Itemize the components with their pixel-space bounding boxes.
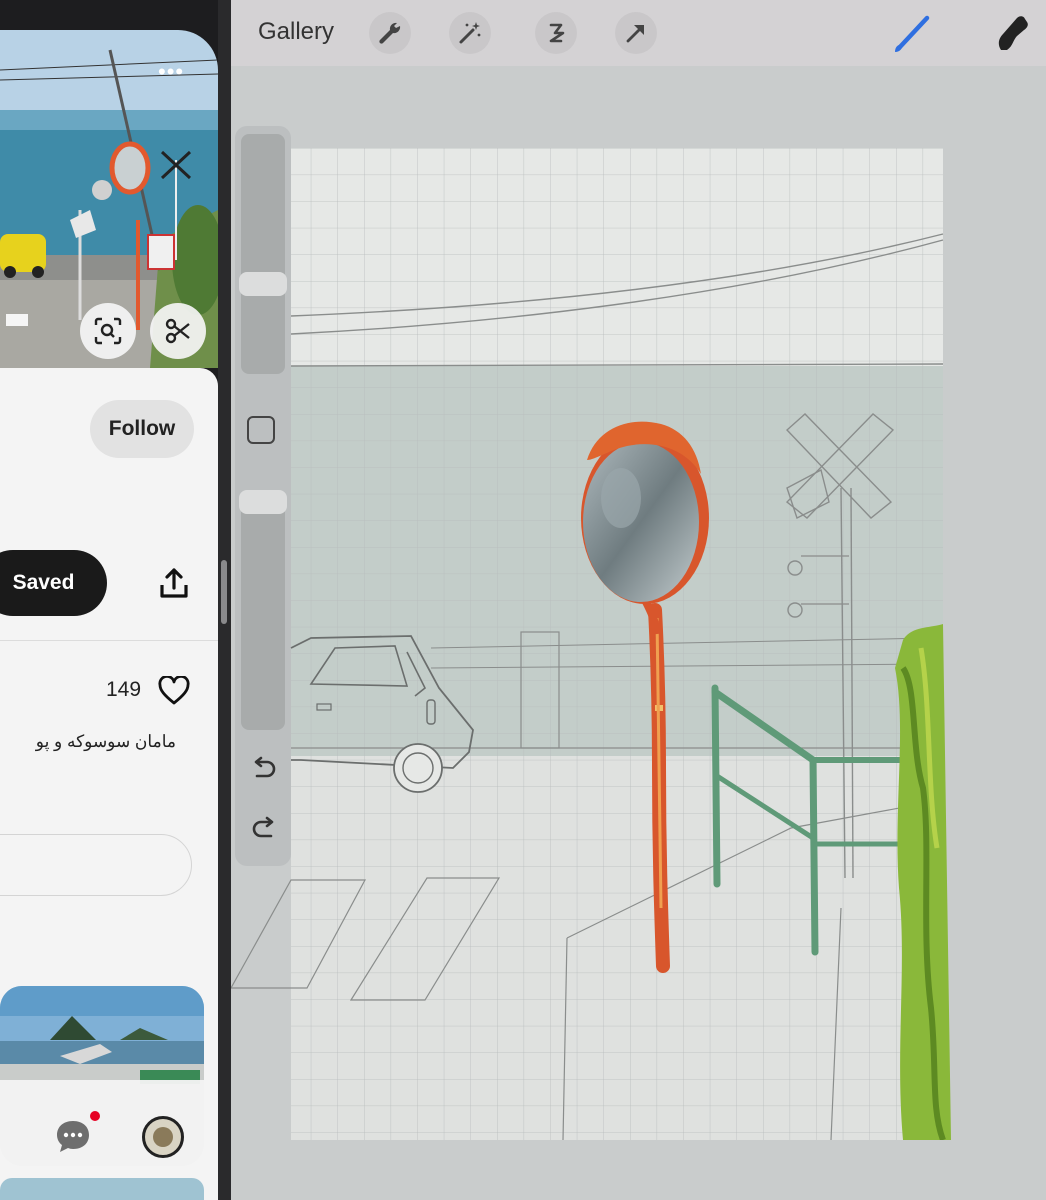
heart-icon[interactable] [158, 674, 190, 706]
wrench-icon[interactable] [369, 12, 411, 54]
chat-bubble-icon[interactable] [54, 1118, 92, 1154]
brush-icon[interactable] [889, 8, 939, 58]
drawing-app-pane: Gallery [231, 0, 1046, 1200]
next-pin-peek[interactable] [0, 1178, 204, 1200]
magic-wand-icon[interactable] [449, 12, 491, 54]
selection-icon[interactable] [535, 12, 577, 54]
transform-arrow-icon[interactable] [615, 12, 657, 54]
notification-dot [90, 1111, 100, 1121]
split-view-handle[interactable] [221, 560, 227, 624]
pin-description: مامان سوسوکه و پو [35, 732, 176, 751]
visual-search-icon[interactable] [80, 303, 136, 359]
saved-button[interactable]: Saved [0, 550, 107, 616]
follow-button[interactable]: Follow [90, 400, 194, 458]
smudge-icon[interactable] [987, 8, 1037, 58]
pin-details-sheet: Follow Saved 149 مامان سوسوکه و پو [0, 368, 218, 1200]
comment-input[interactable] [0, 834, 192, 896]
share-icon[interactable] [156, 566, 192, 602]
top-toolbar: Gallery [231, 0, 1046, 66]
pin-app-pane: ••• Follow Saved 149 مامان سوسوکه و پو [0, 0, 218, 1200]
drawing-canvas[interactable] [231, 148, 953, 1140]
gallery-button[interactable]: Gallery [258, 18, 334, 46]
divider [0, 640, 218, 641]
like-count: 149 [106, 678, 142, 701]
bottom-navigation [0, 1080, 218, 1168]
more-horizontal-icon[interactable]: ••• [158, 61, 194, 83]
scissors-icon[interactable] [150, 303, 206, 359]
avatar[interactable] [142, 1116, 184, 1158]
